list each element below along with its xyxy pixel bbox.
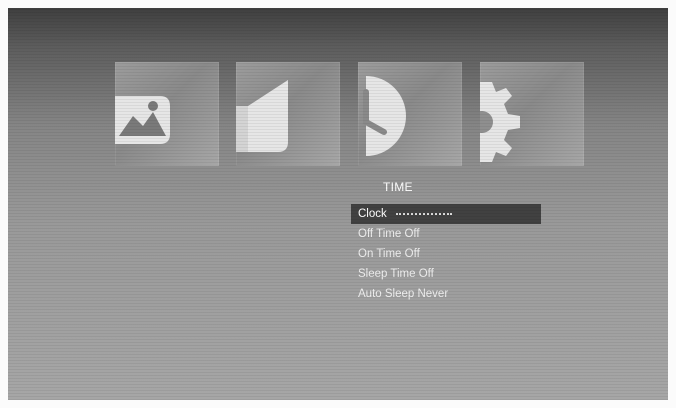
tab-sound[interactable]	[236, 62, 340, 166]
menu-item-label: Auto Sleep	[358, 288, 415, 300]
menu-item-off-time[interactable]: Off Time Off	[351, 224, 541, 244]
tv-screen: TIME Clock Off Time Off On Time Off Slee…	[8, 8, 668, 400]
photo-icon	[115, 96, 170, 144]
menu-item-value: Off	[418, 268, 434, 280]
menu-item-value: Off	[404, 228, 420, 240]
photo-frame: TIME Clock Off Time Off On Time Off Slee…	[0, 0, 676, 408]
menu-item-value: Off	[404, 248, 420, 260]
menu-item-label: Sleep Time	[358, 268, 416, 280]
menu-item-label: Clock	[358, 208, 387, 220]
menu-item-value: Never	[417, 288, 449, 300]
menu-item-on-time[interactable]: On Time Off	[351, 244, 541, 264]
menu-item-sleep-time[interactable]: Sleep Time Off	[351, 264, 541, 284]
menu-item-auto-sleep[interactable]: Auto Sleep Never	[351, 284, 541, 304]
gear-icon	[480, 82, 520, 162]
speaker-icon	[236, 80, 288, 152]
clock-value-placeholder	[395, 212, 452, 215]
tab-setup[interactable]	[480, 62, 584, 166]
tab-time[interactable]	[358, 62, 462, 166]
time-menu-list: Clock Off Time Off On Time Off Sleep Tim…	[351, 204, 541, 304]
tab-picture[interactable]	[115, 62, 219, 166]
menu-item-label: Off Time	[358, 228, 402, 240]
menu-item-label: On Time	[358, 248, 402, 260]
menu-title: TIME	[383, 180, 413, 194]
clock-icon	[363, 76, 406, 156]
menu-item-clock[interactable]: Clock	[351, 204, 541, 224]
